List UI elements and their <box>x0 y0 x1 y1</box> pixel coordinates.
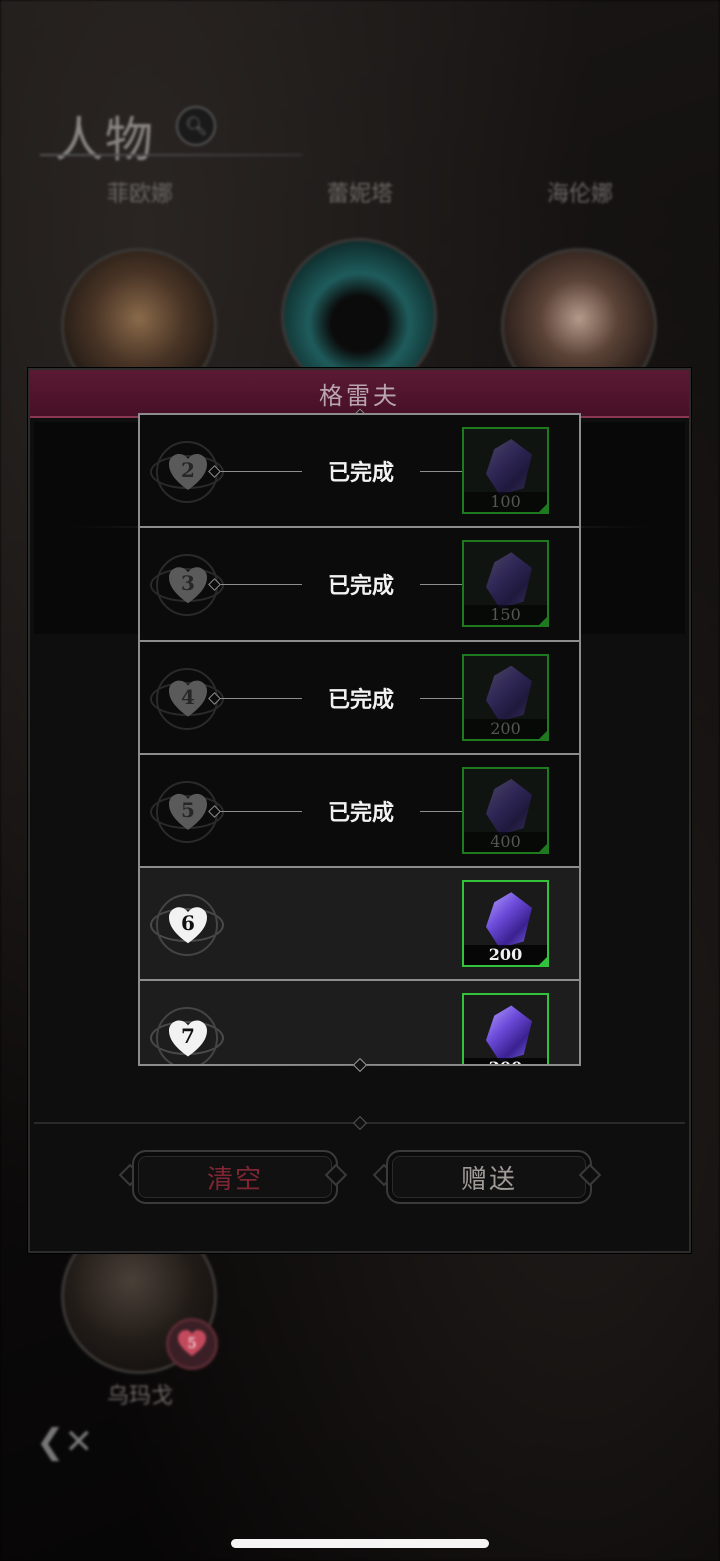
reward-row: 5 已完成 400 <box>140 754 579 869</box>
character-name: 海伦娜 <box>546 182 613 207</box>
heart-icon: 5 <box>177 1329 207 1359</box>
clear-button[interactable]: 清空 <box>132 1150 338 1204</box>
reward-item[interactable]: 200 <box>462 993 549 1064</box>
completed-label: 已完成 <box>327 574 394 600</box>
character-name: 乌玛戈 <box>106 1384 173 1409</box>
reward-row: 3 已完成 150 <box>140 528 579 642</box>
purple-crystal-icon <box>486 665 532 722</box>
reward-amount: 200 <box>464 945 547 966</box>
screen-title: 人物 <box>55 112 156 168</box>
purple-crystal-icon <box>486 892 532 949</box>
modal-header: 格雷夫 <box>30 370 689 426</box>
affection-badge: 5 <box>166 1318 218 1370</box>
character-name: 菲欧娜 <box>106 182 173 207</box>
purple-crystal-icon <box>486 439 532 495</box>
reward-row: 6 200 <box>140 868 579 982</box>
heart-level-badge: 7 <box>150 1007 224 1064</box>
reward-item[interactable]: 400 <box>462 766 549 854</box>
gift-button[interactable]: 赠送 <box>386 1150 592 1204</box>
reward-row: 4 已完成 200 <box>140 641 579 755</box>
diamond-ornament-icon <box>352 1115 368 1131</box>
reward-item[interactable]: 150 <box>462 540 549 628</box>
purple-crystal-icon <box>486 1005 532 1062</box>
back-arrow-icon[interactable]: ❮✕ <box>36 1422 93 1470</box>
home-indicator[interactable] <box>231 1539 489 1548</box>
completed-label: 已完成 <box>327 687 394 713</box>
reward-amount: 150 <box>464 605 547 626</box>
modal-title: 格雷夫 <box>319 381 400 410</box>
character-name: 蕾妮塔 <box>326 182 393 207</box>
reward-item[interactable]: 100 <box>462 427 549 514</box>
reward-amount: 100 <box>464 492 547 512</box>
reward-amount: 400 <box>464 831 547 852</box>
reward-item[interactable]: 200 <box>462 880 549 968</box>
search-icon[interactable]: 🔍︎ <box>176 106 216 146</box>
heart-level-badge: 6 <box>150 894 224 957</box>
completed-label: 已完成 <box>327 461 394 486</box>
reward-row: 7 200 <box>140 981 579 1064</box>
completed-label: 已完成 <box>327 800 394 826</box>
purple-crystal-icon <box>486 552 532 609</box>
reward-item[interactable]: 200 <box>462 653 549 741</box>
title-underline <box>40 154 302 156</box>
affection-reward-list[interactable]: 2 已完成 100 3 已完成 150 4 已完成 200 5 已完成 400 … <box>138 413 581 1066</box>
purple-crystal-icon <box>486 778 532 835</box>
reward-row: 2 已完成 100 <box>140 415 579 529</box>
reward-amount: 200 <box>464 718 547 739</box>
